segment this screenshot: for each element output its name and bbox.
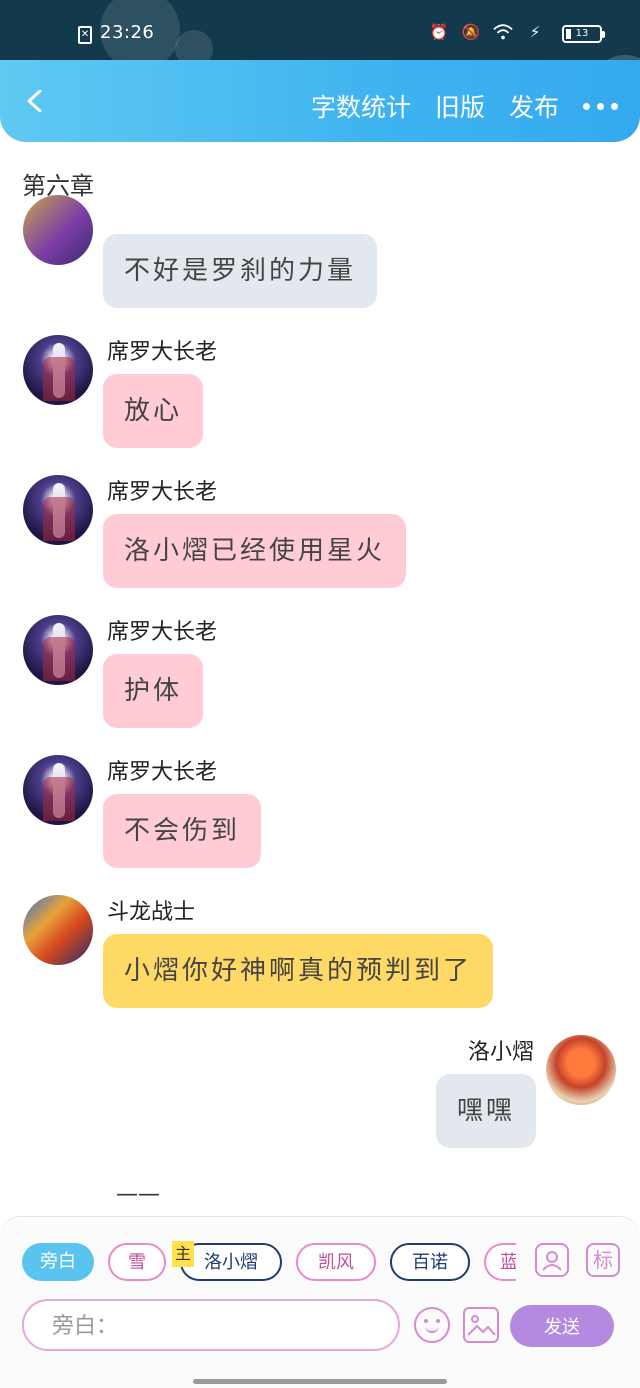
publish-button[interactable]: 发布 xyxy=(509,88,559,124)
avatar[interactable] xyxy=(23,475,93,545)
chip-character[interactable]: 凯风 xyxy=(296,1243,376,1281)
message-bubble[interactable]: 洛小熠已经使用星火 xyxy=(103,514,407,588)
chip-narrator[interactable]: 旁白 xyxy=(22,1243,94,1281)
status-icons: ⏰ 🔕 ⚡ xyxy=(429,22,545,42)
tag-button[interactable]: 标 xyxy=(586,1243,620,1277)
message-input-field[interactable] xyxy=(22,1299,400,1351)
avatar[interactable] xyxy=(23,895,93,965)
message-bubble[interactable]: 嘿嘿 xyxy=(435,1074,536,1148)
chip-character[interactable]: 雪 xyxy=(108,1243,166,1281)
message-bubble[interactable]: 护体 xyxy=(103,654,204,728)
chevron-left-icon[interactable] xyxy=(24,90,46,112)
sender-name: 席罗大长老 xyxy=(107,340,218,365)
chip-character[interactable]: 洛小熠 xyxy=(180,1243,282,1281)
sender-name: 席罗大长老 xyxy=(107,760,218,785)
sender-name: 斗龙战士 xyxy=(107,900,196,925)
sim-card-icon: ✕ xyxy=(78,26,92,44)
wifi-icon xyxy=(493,22,513,42)
charging-icon: ⚡ xyxy=(529,23,541,41)
old-version-button[interactable]: 旧版 xyxy=(435,88,485,124)
avatar[interactable] xyxy=(546,1035,616,1105)
mute-icon: 🔕 xyxy=(461,23,481,41)
battery-icon: 13 xyxy=(562,25,605,43)
sender-name: 席罗大长老 xyxy=(107,480,218,505)
composer-panel: 旁白 雪 主 洛小熠 凯风 百诺 蓝 标 发送 xyxy=(0,1216,640,1388)
status-time: 23:26 xyxy=(100,22,155,43)
home-indicator[interactable] xyxy=(193,1379,447,1384)
battery-level: 13 xyxy=(575,28,589,39)
chip-character[interactable]: 蓝 xyxy=(484,1243,516,1281)
word-count-button[interactable]: 字数统计 xyxy=(311,88,411,124)
alarm-icon: ⏰ xyxy=(429,23,449,41)
chip-character[interactable]: 百诺 xyxy=(390,1243,470,1281)
message-bubble[interactable]: 不好是罗刹的力量 xyxy=(103,234,378,308)
message-input[interactable] xyxy=(50,1301,384,1351)
avatar[interactable] xyxy=(23,195,93,265)
message-bubble[interactable]: 放心 xyxy=(103,374,204,448)
status-bar: ✕ 23:26 ⏰ 🔕 ⚡ 13 xyxy=(0,0,640,125)
avatar[interactable] xyxy=(23,615,93,685)
avatar[interactable] xyxy=(23,335,93,405)
sender-name: 洛小熠 xyxy=(467,1040,534,1065)
trailing-text: —— xyxy=(116,1182,160,1207)
top-nav: 字数统计 旧版 发布 xyxy=(0,60,640,142)
role-icon[interactable] xyxy=(535,1243,569,1277)
message-bubble[interactable]: 小熠你好神啊真的预判到了 xyxy=(103,934,494,1008)
avatar[interactable] xyxy=(23,755,93,825)
emoji-icon[interactable] xyxy=(414,1307,450,1343)
send-button[interactable]: 发送 xyxy=(510,1305,614,1347)
main-character-tag: 主 xyxy=(172,1241,194,1267)
image-icon[interactable] xyxy=(463,1307,499,1343)
sender-name: 席罗大长老 xyxy=(107,620,218,645)
message-bubble[interactable]: 不会伤到 xyxy=(103,794,262,868)
header-actions: 字数统计 旧版 发布 xyxy=(311,88,640,124)
more-dots-icon[interactable] xyxy=(583,102,618,110)
